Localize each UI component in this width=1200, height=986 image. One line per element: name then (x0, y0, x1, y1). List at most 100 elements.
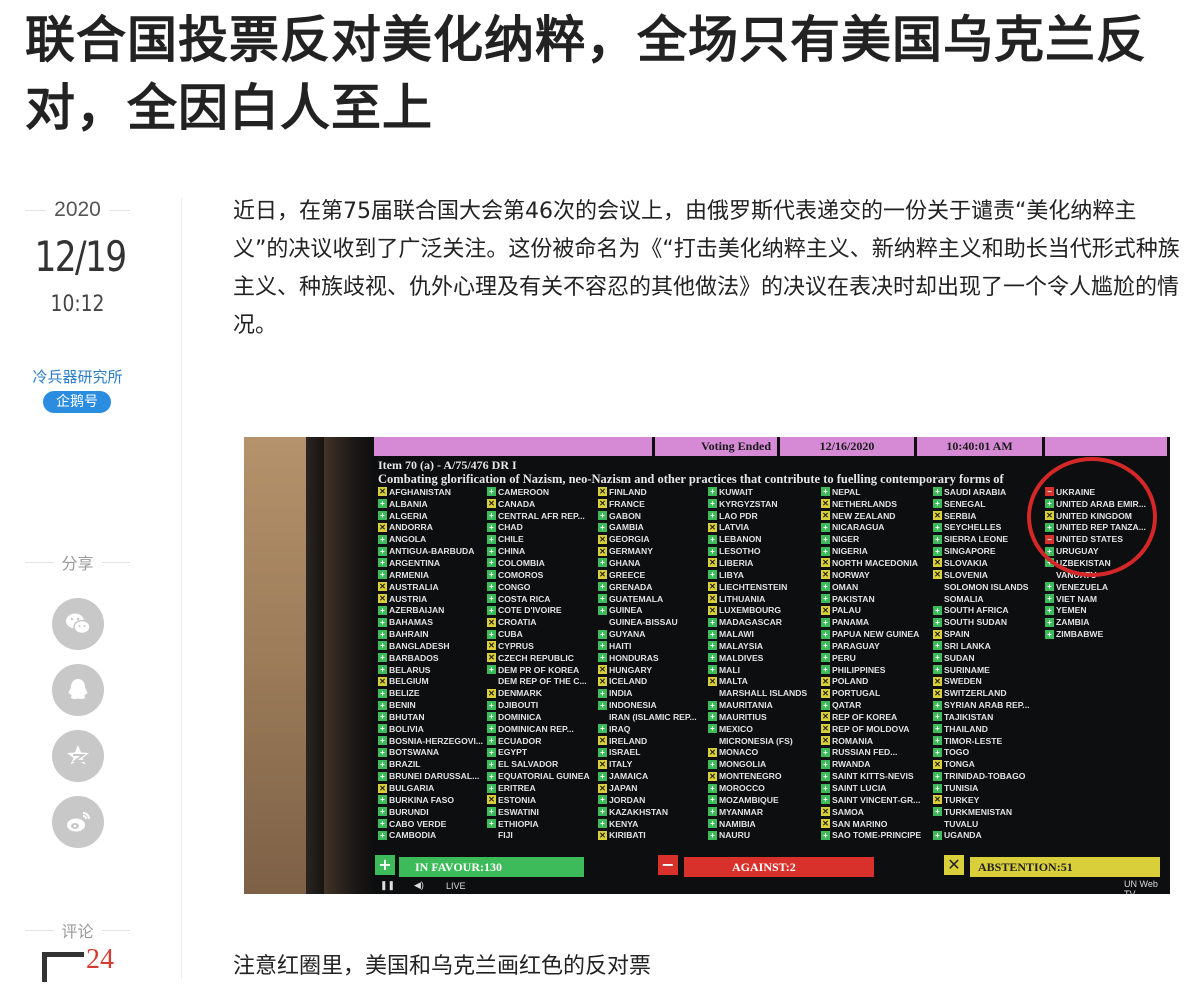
yes-vote-icon: + (933, 783, 942, 793)
country-vote-row: ✕ TURKEY (933, 794, 1045, 806)
author-badge[interactable]: 企鹅号 (43, 391, 111, 413)
yes-vote-icon: + (708, 795, 717, 805)
country-name: SAINT LUCIA (832, 783, 887, 794)
yes-vote-icon: + (598, 522, 607, 532)
abstain-vote-icon: ✕ (378, 522, 387, 532)
country-name: CHILE (498, 534, 524, 545)
yes-vote-icon: + (378, 747, 387, 757)
article-title: 联合国投票反对美化纳粹，全场只有美国乌克兰反对，全因白人至上 (25, 11, 1147, 137)
abstain-vote-icon: ✕ (933, 570, 942, 580)
yes-vote-icon: + (378, 688, 387, 698)
country-vote-row: ✕ ANDORRA (378, 522, 490, 534)
yes-vote-icon: + (378, 700, 387, 710)
country-vote-row: ✕ TONGA (933, 758, 1045, 770)
country-name: JORDAN (609, 794, 646, 805)
country-name: MOROCCO (719, 783, 765, 794)
country-name: BHUTAN (389, 711, 425, 722)
country-name: NETHERLANDS (832, 498, 897, 509)
country-vote-row: ✕ SLOVAKIA (933, 557, 1045, 569)
no-vote-recorded (1045, 570, 1054, 579)
country-name: BOTSWANA (389, 747, 440, 758)
country-name: SOUTH AFRICA (944, 605, 1009, 616)
country-name: SLOVENIA (944, 569, 988, 580)
country-vote-row: ✕ SAN MARINO (821, 818, 933, 830)
yes-vote-icon: + (487, 570, 496, 580)
country-name: EL SALVADOR (498, 759, 559, 770)
abstain-vote-icon: ✕ (598, 830, 607, 840)
abstain-vote-icon: ✕ (821, 688, 830, 698)
vote-column: + SAUDI ARABIA + SENEGAL ✕ SERBIA + SEYCHELLES +… (933, 486, 1045, 841)
country-name: MAURITANIA (719, 700, 773, 711)
country-name: YEMEN (1056, 605, 1087, 616)
country-vote-row: + COMOROS (487, 569, 599, 581)
country-name: MONTENEGRO (719, 771, 782, 782)
country-vote-row: ✕ ICELAND (598, 676, 710, 688)
yes-vote-icon: + (598, 511, 607, 521)
pause-icon[interactable]: ❚❚ (380, 880, 395, 891)
yes-vote-icon: + (487, 594, 496, 604)
share-qzone-button[interactable] (52, 730, 104, 782)
country-vote-row: MICRONESIA (FS) (708, 735, 820, 747)
country-name: MALTA (719, 676, 748, 687)
country-name: KIRIBATI (609, 830, 646, 841)
country-vote-row: + SAO TOME-PRINCIPE (821, 829, 933, 841)
yes-vote-icon: + (598, 605, 607, 615)
country-vote-row: + PANAMA (821, 616, 933, 628)
country-name: TIMOR-LESTE (944, 735, 1003, 746)
country-vote-row: ✕ CANADA (487, 498, 599, 510)
comment-count-button[interactable]: 24 (42, 944, 114, 982)
country-name: NIGERIA (832, 546, 868, 557)
yes-vote-icon: + (708, 712, 717, 722)
author-link[interactable]: 冷兵器研究所 (25, 366, 130, 387)
yes-vote-icon: + (487, 534, 496, 544)
abstain-vote-icon: ✕ (821, 807, 830, 817)
country-vote-row: ✕ GREECE (598, 569, 710, 581)
country-vote-row: + PARAGUAY (821, 640, 933, 652)
share-weibo-button[interactable] (52, 796, 104, 848)
country-name: BELIZE (389, 688, 420, 699)
country-vote-row: + PAKISTAN (821, 593, 933, 605)
country-vote-row: + DOMINICAN REP... (487, 723, 599, 735)
country-name: SAINT VINCENT-GR... (832, 794, 921, 805)
country-name: KYRGYZSTAN (719, 498, 778, 509)
yes-vote-icon: + (487, 700, 496, 710)
share-wechat-button[interactable] (52, 598, 104, 650)
country-name: CHINA (498, 546, 526, 557)
volume-icon[interactable]: ◀) (414, 880, 424, 891)
country-name: COTE D'IVOIRE (498, 605, 562, 616)
country-name: SAMOA (832, 806, 864, 817)
yes-vote-icon: + (708, 499, 717, 509)
country-name: PERU (832, 652, 856, 663)
yes-vote-icon: + (598, 795, 607, 805)
country-name: BULGARIA (389, 783, 435, 794)
abstain-vote-icon: ✕ (378, 594, 387, 604)
country-vote-row: ✕ SWITZERLAND (933, 687, 1045, 699)
country-name: IRAN (ISLAMIC REP... (609, 711, 697, 722)
yes-vote-icon: + (821, 771, 830, 781)
country-name: NORTH MACEDONIA (832, 557, 918, 568)
yes-vote-icon: + (598, 700, 607, 710)
country-vote-row: + CENTRAL AFR REP... (487, 510, 599, 522)
no-vote-recorded (708, 689, 717, 698)
country-name: GHANA (609, 557, 641, 568)
country-name: JAPAN (609, 783, 638, 794)
country-vote-row: + LIBYA (708, 569, 820, 581)
country-name: TUNISIA (944, 783, 979, 794)
country-vote-row: + KUWAIT (708, 486, 820, 498)
abstain-vote-icon: ✕ (933, 558, 942, 568)
country-name: INDIA (609, 688, 633, 699)
country-vote-row: ✕ CYPRUS (487, 640, 599, 652)
country-name: HUNGARY (609, 664, 653, 675)
share-qq-button[interactable] (52, 664, 104, 716)
country-name: SAO TOME-PRINCIPE (832, 830, 922, 841)
country-vote-row: + MALAYSIA (708, 640, 820, 652)
yes-vote-icon: + (598, 629, 607, 639)
country-name: TONGA (944, 759, 975, 770)
yes-vote-icon: + (378, 605, 387, 615)
yes-vote-icon: + (1045, 617, 1054, 627)
against-minus-icon: − (658, 855, 678, 875)
country-vote-row: + LAO PDR (708, 510, 820, 522)
yes-vote-icon: + (598, 558, 607, 568)
country-vote-row: ✕ KIRIBATI (598, 829, 710, 841)
yes-vote-icon: + (821, 759, 830, 769)
